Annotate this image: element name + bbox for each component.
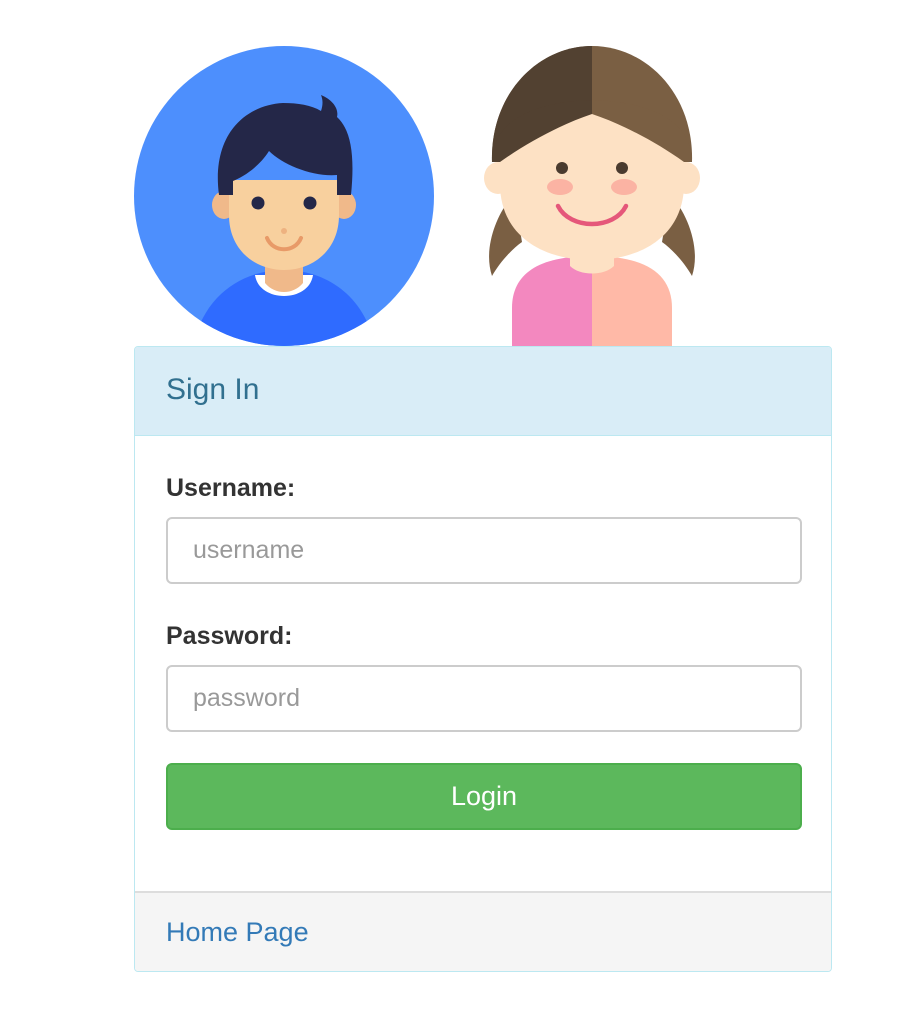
password-input[interactable] — [166, 665, 802, 732]
login-form: Username: Password: Login — [135, 436, 831, 891]
boy-avatar-icon — [134, 46, 434, 346]
panel-heading: Sign In — [135, 347, 831, 436]
username-label: Username: — [166, 474, 296, 502]
username-input[interactable] — [166, 517, 802, 584]
girl-avatar-icon — [484, 46, 700, 346]
login-page: Sign In Username: Password: Login Home P… — [0, 0, 910, 1018]
password-label: Password: — [166, 622, 293, 650]
login-button[interactable]: Login — [166, 763, 802, 830]
home-page-link[interactable]: Home Page — [166, 917, 309, 948]
panel-title: Sign In — [166, 373, 260, 406]
panel-footer: Home Page — [135, 891, 831, 971]
sign-in-panel: Sign In Username: Password: Login Home P… — [134, 346, 832, 972]
